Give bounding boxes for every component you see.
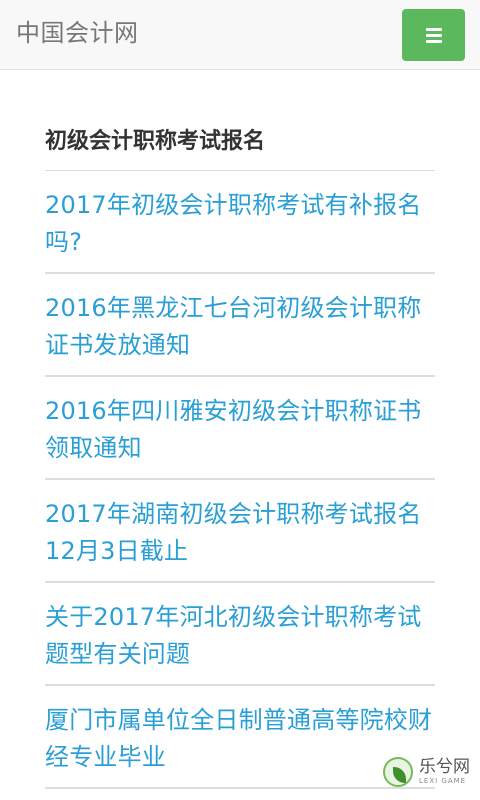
list-item: 2017年湖南初级会计职称考试报名12月3日截止 [45,480,435,583]
list-item: 关于2017年河北初级会计职称考试题型有关问题 [45,583,435,686]
article-link[interactable]: 2016年四川雅安初级会计职称证书领取通知 [45,393,435,467]
list-item: 2017年初级会计职称考试有补报名吗? [45,171,435,274]
article-link[interactable]: 2017年初级会计职称考试有补报名吗? [45,187,435,261]
article-link[interactable]: 2016年黑龙江七台河初级会计职称证书发放通知 [45,290,435,364]
watermark-text: 乐兮网 [419,757,470,777]
article-link[interactable]: 2017年湖南初级会计职称考试报名12月3日截止 [45,496,435,570]
menu-toggle-button[interactable] [402,9,465,61]
top-navbar: 中国会计网 [0,0,480,70]
watermark-logo: 乐兮网 LEXI GAME [383,755,475,795]
list-item: 厦门市属单位全日制普通高等院校财经专业毕业 [45,686,435,789]
section-title: 初级会计职称考试报名 [45,129,266,154]
article-list: 2017年初级会计职称考试有补报名吗? 2016年黑龙江七台河初级会计职称证书发… [45,171,435,789]
article-link[interactable]: 关于2017年河北初级会计职称考试题型有关问题 [45,599,435,673]
watermark-subtext: LEXI GAME [419,777,467,785]
list-item: 2016年四川雅安初级会计职称证书领取通知 [45,377,435,480]
article-link[interactable]: 厦门市属单位全日制普通高等院校财经专业毕业 [45,702,435,776]
leaf-logo-icon [383,757,413,787]
list-item: 2016年黑龙江七台河初级会计职称证书发放通知 [45,274,435,377]
site-brand[interactable]: 中国会计网 [16,17,139,49]
